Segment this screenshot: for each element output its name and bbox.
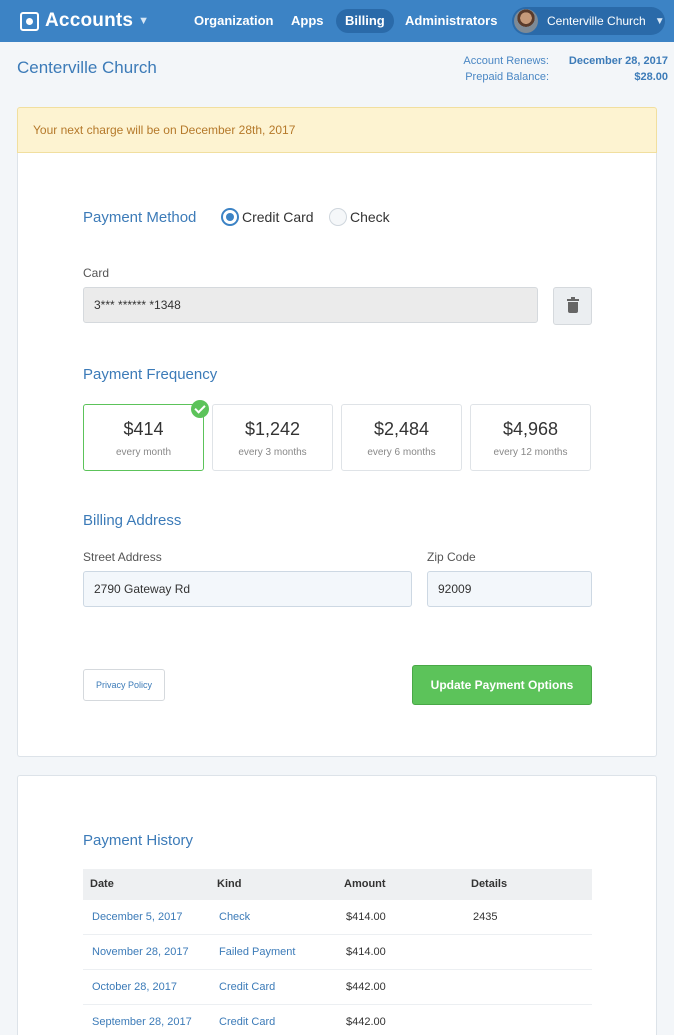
row-date[interactable]: October 28, 2017 xyxy=(92,981,177,993)
account-name: Centerville Church xyxy=(547,14,646,28)
table-header: Date Kind Amount Details xyxy=(83,869,592,900)
top-nav: Accounts ▼ Organization Apps Billing Adm… xyxy=(0,0,674,42)
frequency-price: $2,484 xyxy=(373,419,430,439)
payment-history-table: Date Kind Amount Details December 5, 201… xyxy=(83,869,592,1035)
radio-check-label[interactable]: Check xyxy=(350,209,390,225)
nav-item-administrators[interactable]: Administrators xyxy=(396,9,506,33)
page-title: Centerville Church xyxy=(17,58,157,77)
column-header-date: Date xyxy=(90,878,114,890)
nav-item-apps[interactable]: Apps xyxy=(282,9,333,33)
brand-menu[interactable]: Accounts ▼ xyxy=(20,8,149,34)
selected-check-icon xyxy=(191,400,209,418)
frequency-price: $1,242 xyxy=(244,419,301,439)
chevron-down-icon: ▼ xyxy=(654,15,665,27)
account-menu[interactable]: Centerville Church ▼ xyxy=(512,7,665,35)
payment-card: Payment Method Credit Card Check Card 3*… xyxy=(17,153,657,757)
radio-credit-card[interactable] xyxy=(221,208,239,226)
avatar xyxy=(514,9,538,33)
renews-label: Account Renews: xyxy=(463,55,549,67)
accounts-logo-icon xyxy=(20,11,39,31)
row-kind[interactable]: Credit Card xyxy=(219,1016,275,1028)
card-label: Card xyxy=(83,266,110,280)
frequency-period: every 6 months xyxy=(367,447,436,458)
radio-check[interactable] xyxy=(329,208,347,226)
page-header: Centerville Church Account Renews: Decem… xyxy=(0,42,674,92)
next-charge-alert: Your next charge will be on December 28t… xyxy=(17,107,657,153)
row-amount: $414.00 xyxy=(346,911,386,923)
payment-history-title: Payment History xyxy=(83,832,194,849)
nav-item-organization[interactable]: Organization xyxy=(185,9,282,33)
table-row: September 28, 2017 Credit Card $442.00 xyxy=(83,1005,592,1035)
nav-item-billing[interactable]: Billing xyxy=(336,9,394,33)
column-header-kind: Kind xyxy=(217,878,242,890)
column-header-amount: Amount xyxy=(344,878,386,890)
frequency-option-monthly[interactable]: $414 every month xyxy=(83,404,204,471)
frequency-period: every month xyxy=(115,447,172,458)
payment-method-title: Payment Method xyxy=(83,209,197,226)
row-kind[interactable]: Failed Payment xyxy=(219,946,295,958)
delete-card-button[interactable] xyxy=(553,287,592,325)
frequency-price: $414 xyxy=(123,419,164,439)
row-kind[interactable]: Check xyxy=(219,911,250,923)
row-date[interactable]: September 28, 2017 xyxy=(92,1016,192,1028)
payment-frequency-title: Payment Frequency xyxy=(83,366,218,383)
balance-label: Prepaid Balance: xyxy=(465,71,549,83)
street-address-label: Street Address xyxy=(83,550,162,564)
zip-code-input[interactable]: 92009 xyxy=(427,571,592,607)
row-amount: $442.00 xyxy=(346,1016,386,1028)
brand-title: Accounts xyxy=(45,10,134,31)
street-address-input[interactable]: 2790 Gateway Rd xyxy=(83,571,412,607)
table-row: December 5, 2017 Check $414.00 2435 xyxy=(83,900,592,935)
row-details: 2435 xyxy=(473,911,498,923)
balance-value: $28.00 xyxy=(634,71,668,83)
frequency-option-12-months[interactable]: $4,968 every 12 months xyxy=(470,404,591,471)
privacy-policy-button[interactable]: Privacy Policy xyxy=(83,669,165,701)
column-header-details: Details xyxy=(471,878,508,890)
trash-icon xyxy=(567,297,579,301)
frequency-period: every 3 months xyxy=(238,447,307,458)
frequency-period: every 12 months xyxy=(493,447,568,458)
payment-history-card: Payment History Date Kind Amount Details… xyxy=(17,775,657,1035)
row-amount: $414.00 xyxy=(346,946,386,958)
frequency-option-6-months[interactable]: $2,484 every 6 months xyxy=(341,404,462,471)
zip-code-label: Zip Code xyxy=(427,550,476,564)
billing-address-title: Billing Address xyxy=(83,512,182,529)
frequency-option-3-months[interactable]: $1,242 every 3 months xyxy=(212,404,333,471)
frequency-price: $4,968 xyxy=(502,419,559,439)
update-payment-options-button[interactable]: Update Payment Options xyxy=(412,665,592,705)
table-row: November 28, 2017 Failed Payment $414.00 xyxy=(83,935,592,970)
chevron-down-icon: ▼ xyxy=(138,15,150,27)
radio-credit-card-label[interactable]: Credit Card xyxy=(242,209,314,225)
row-amount: $442.00 xyxy=(346,981,386,993)
row-date[interactable]: November 28, 2017 xyxy=(92,946,189,958)
renews-value: December 28, 2017 xyxy=(568,55,668,67)
row-kind[interactable]: Credit Card xyxy=(219,981,275,993)
card-number-field[interactable]: 3*** ****** *1348 xyxy=(83,287,538,323)
alert-text: Your next charge will be on December 28t… xyxy=(33,123,296,137)
table-row: October 28, 2017 Credit Card $442.00 xyxy=(83,970,592,1005)
row-date[interactable]: December 5, 2017 xyxy=(92,911,183,923)
